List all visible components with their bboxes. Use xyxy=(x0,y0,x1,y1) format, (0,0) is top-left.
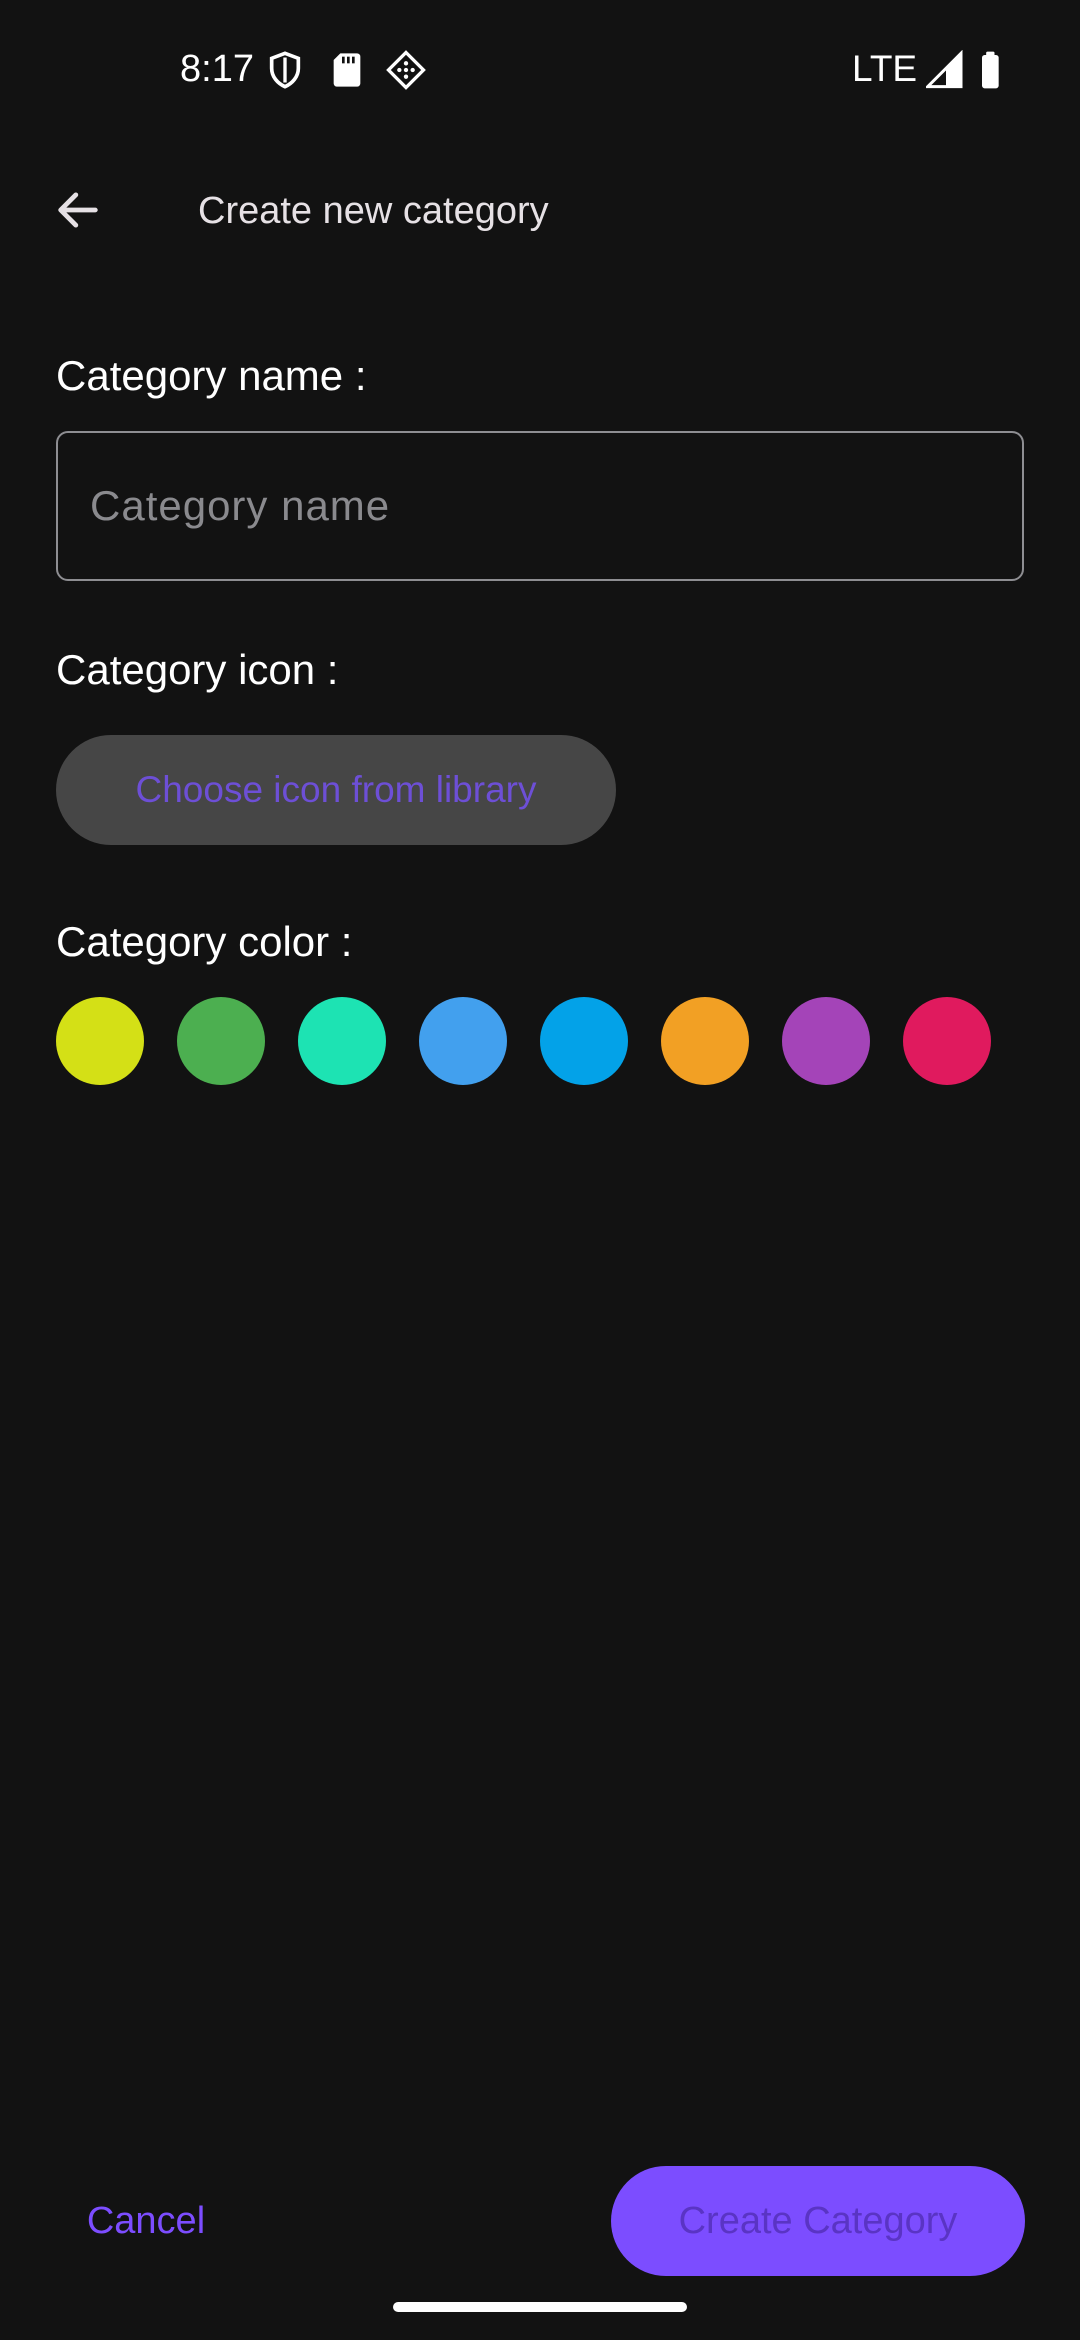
page-title: Create new category xyxy=(198,190,549,232)
diamond-grid-icon xyxy=(386,50,426,90)
home-indicator[interactable] xyxy=(393,2302,687,2312)
category-name-label: Category name : xyxy=(56,352,367,399)
color-swatch[interactable] xyxy=(419,997,507,1085)
cancel-button[interactable]: Cancel xyxy=(56,2166,236,2276)
create-category-button[interactable]: Create Category xyxy=(611,2166,1025,2276)
signal-icon xyxy=(924,49,966,90)
status-time: 8:17 xyxy=(180,48,254,90)
network-type: LTE xyxy=(852,48,918,89)
color-swatch[interactable] xyxy=(56,997,144,1085)
color-swatch[interactable] xyxy=(903,997,991,1085)
choose-icon-button[interactable]: Choose icon from library xyxy=(56,735,616,845)
color-swatch[interactable] xyxy=(540,997,628,1085)
arrow-back-icon xyxy=(58,192,98,228)
category-name-input[interactable] xyxy=(56,431,1024,581)
color-swatch[interactable] xyxy=(298,997,386,1085)
battery-icon xyxy=(972,50,1012,90)
back-button[interactable] xyxy=(40,172,116,248)
category-color-label: Category color : xyxy=(56,918,353,965)
color-picker xyxy=(56,997,1016,1085)
sd-card-icon xyxy=(327,50,367,90)
shield-icon xyxy=(265,50,305,90)
color-swatch[interactable] xyxy=(661,997,749,1085)
color-swatch[interactable] xyxy=(177,997,265,1085)
status-bar: 8:17 LTE xyxy=(0,0,1080,140)
category-icon-label: Category icon : xyxy=(56,646,339,693)
color-swatch[interactable] xyxy=(782,997,870,1085)
